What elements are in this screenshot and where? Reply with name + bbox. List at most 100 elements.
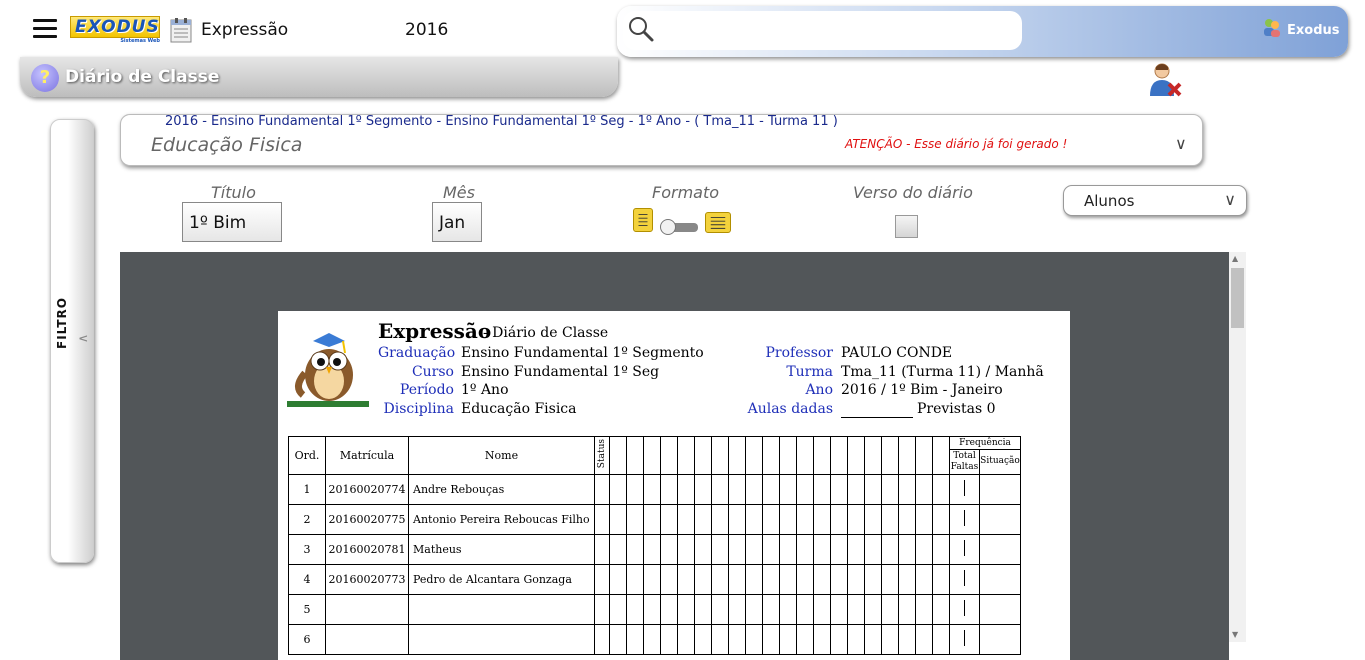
year-label[interactable]: 2016 bbox=[405, 20, 448, 40]
filter-label[interactable]: FILTRO bbox=[55, 297, 69, 349]
user-name[interactable]: Exodus bbox=[1287, 23, 1340, 38]
day-cell bbox=[728, 624, 746, 655]
titulo-select[interactable]: 1º Bim bbox=[182, 202, 282, 242]
cell-situacao bbox=[979, 534, 1021, 565]
table-row: 1 20160020774 Andre Rebouças bbox=[288, 474, 1021, 505]
day-cell bbox=[626, 564, 644, 595]
day-cell bbox=[694, 624, 712, 655]
format-toggle[interactable] bbox=[658, 219, 700, 235]
field-value: Previstas 0 bbox=[917, 401, 996, 417]
cell-ord: 6 bbox=[288, 624, 326, 655]
day-cell bbox=[609, 504, 627, 535]
exodus-logo: EXODUS Sistemas Web bbox=[70, 16, 160, 46]
day-cell bbox=[864, 504, 882, 535]
search-input[interactable] bbox=[659, 17, 1018, 45]
chevron-down-icon[interactable]: ∨ bbox=[1175, 134, 1187, 153]
day-cell bbox=[594, 624, 610, 655]
cell-nome bbox=[408, 594, 595, 625]
cell-matricula: 20160020773 bbox=[325, 564, 409, 595]
col-ord: Ord. bbox=[288, 436, 326, 475]
mes-select[interactable]: Jan bbox=[432, 202, 482, 242]
cell-total-faltas bbox=[949, 504, 980, 535]
cell-total-faltas bbox=[949, 534, 980, 565]
day-cell bbox=[594, 474, 610, 505]
scrollbar-thumb[interactable] bbox=[1231, 268, 1244, 328]
day-cell bbox=[932, 474, 950, 505]
day-cell bbox=[796, 474, 814, 505]
day-column bbox=[609, 436, 627, 475]
col-total-faltas: Total Faltas bbox=[950, 450, 980, 474]
day-cell bbox=[864, 474, 882, 505]
day-cell bbox=[864, 564, 882, 595]
day-cell bbox=[711, 504, 729, 535]
chevron-right-icon[interactable]: ∨ bbox=[75, 334, 90, 344]
day-cell bbox=[813, 504, 831, 535]
day-cell bbox=[609, 534, 627, 565]
day-cell bbox=[762, 534, 780, 565]
scroll-up-icon[interactable]: ▲ bbox=[1232, 254, 1238, 263]
help-icon[interactable]: ? bbox=[31, 64, 59, 92]
day-cell bbox=[728, 474, 746, 505]
day-cell bbox=[932, 624, 950, 655]
day-cell bbox=[898, 534, 916, 565]
landscape-format-icon[interactable] bbox=[705, 212, 731, 233]
day-cell bbox=[847, 474, 865, 505]
day-cell bbox=[864, 624, 882, 655]
day-cell bbox=[762, 594, 780, 625]
day-column bbox=[694, 436, 712, 475]
day-column bbox=[915, 436, 933, 475]
mes-label: Mês bbox=[443, 183, 475, 202]
remove-user-icon[interactable] bbox=[1147, 62, 1183, 98]
table-header-row: Ord. Matrícula Nome Status Frequência To… bbox=[288, 436, 1021, 475]
page-title: Diário de Classe bbox=[65, 67, 220, 87]
day-cell bbox=[898, 504, 916, 535]
warning-message: ATENÇÃO - Esse diário já foi gerado ! bbox=[845, 137, 1068, 151]
day-cell bbox=[594, 564, 610, 595]
portrait-format-icon[interactable] bbox=[633, 208, 653, 232]
alunos-value: Alunos bbox=[1084, 192, 1135, 210]
day-cell bbox=[881, 564, 899, 595]
cell-nome: Andre Rebouças bbox=[408, 474, 595, 505]
day-cell bbox=[728, 534, 746, 565]
col-status: Status bbox=[594, 436, 610, 475]
field-value: 2016 / 1º Bim - Janeiro bbox=[841, 382, 1003, 398]
cell-situacao bbox=[979, 474, 1021, 505]
field-label: Período bbox=[399, 382, 454, 398]
alunos-select[interactable]: Alunos ∨ bbox=[1063, 185, 1247, 216]
day-column bbox=[932, 436, 950, 475]
cell-matricula: 20160020781 bbox=[325, 534, 409, 565]
report-title: Expressão bbox=[378, 319, 492, 343]
day-cell bbox=[762, 624, 780, 655]
col-frequencia: Frequência Total Faltas Situação bbox=[949, 436, 1021, 475]
day-cell bbox=[677, 594, 695, 625]
search-field[interactable] bbox=[623, 11, 1022, 50]
day-column bbox=[864, 436, 882, 475]
field-label: Turma bbox=[786, 364, 833, 380]
formato-label: Formato bbox=[652, 183, 720, 202]
search-icon[interactable] bbox=[627, 15, 655, 43]
day-cell bbox=[694, 594, 712, 625]
day-cell bbox=[660, 504, 678, 535]
cell-nome: Pedro de Alcantara Gonzaga bbox=[408, 564, 595, 595]
day-cell bbox=[660, 474, 678, 505]
scroll-down-icon[interactable]: ▼ bbox=[1232, 630, 1238, 639]
menu-icon[interactable] bbox=[33, 19, 57, 41]
day-column bbox=[881, 436, 899, 475]
day-cell bbox=[594, 504, 610, 535]
field-label: Curso bbox=[411, 364, 454, 380]
chevron-down-icon[interactable]: ∨ bbox=[1224, 190, 1236, 209]
day-cell bbox=[796, 624, 814, 655]
users-icon[interactable] bbox=[1262, 17, 1282, 39]
verso-label: Verso do diário bbox=[853, 183, 973, 202]
verso-checkbox[interactable] bbox=[895, 215, 918, 238]
day-cell bbox=[762, 564, 780, 595]
day-cell bbox=[677, 564, 695, 595]
day-cell bbox=[898, 474, 916, 505]
day-cell bbox=[898, 624, 916, 655]
day-cell bbox=[643, 624, 661, 655]
cell-total-faltas bbox=[949, 564, 980, 595]
day-cell bbox=[643, 504, 661, 535]
day-cell bbox=[677, 624, 695, 655]
day-column bbox=[813, 436, 831, 475]
class-description: 2016 - Ensino Fundamental 1º Segmento - … bbox=[165, 114, 838, 129]
